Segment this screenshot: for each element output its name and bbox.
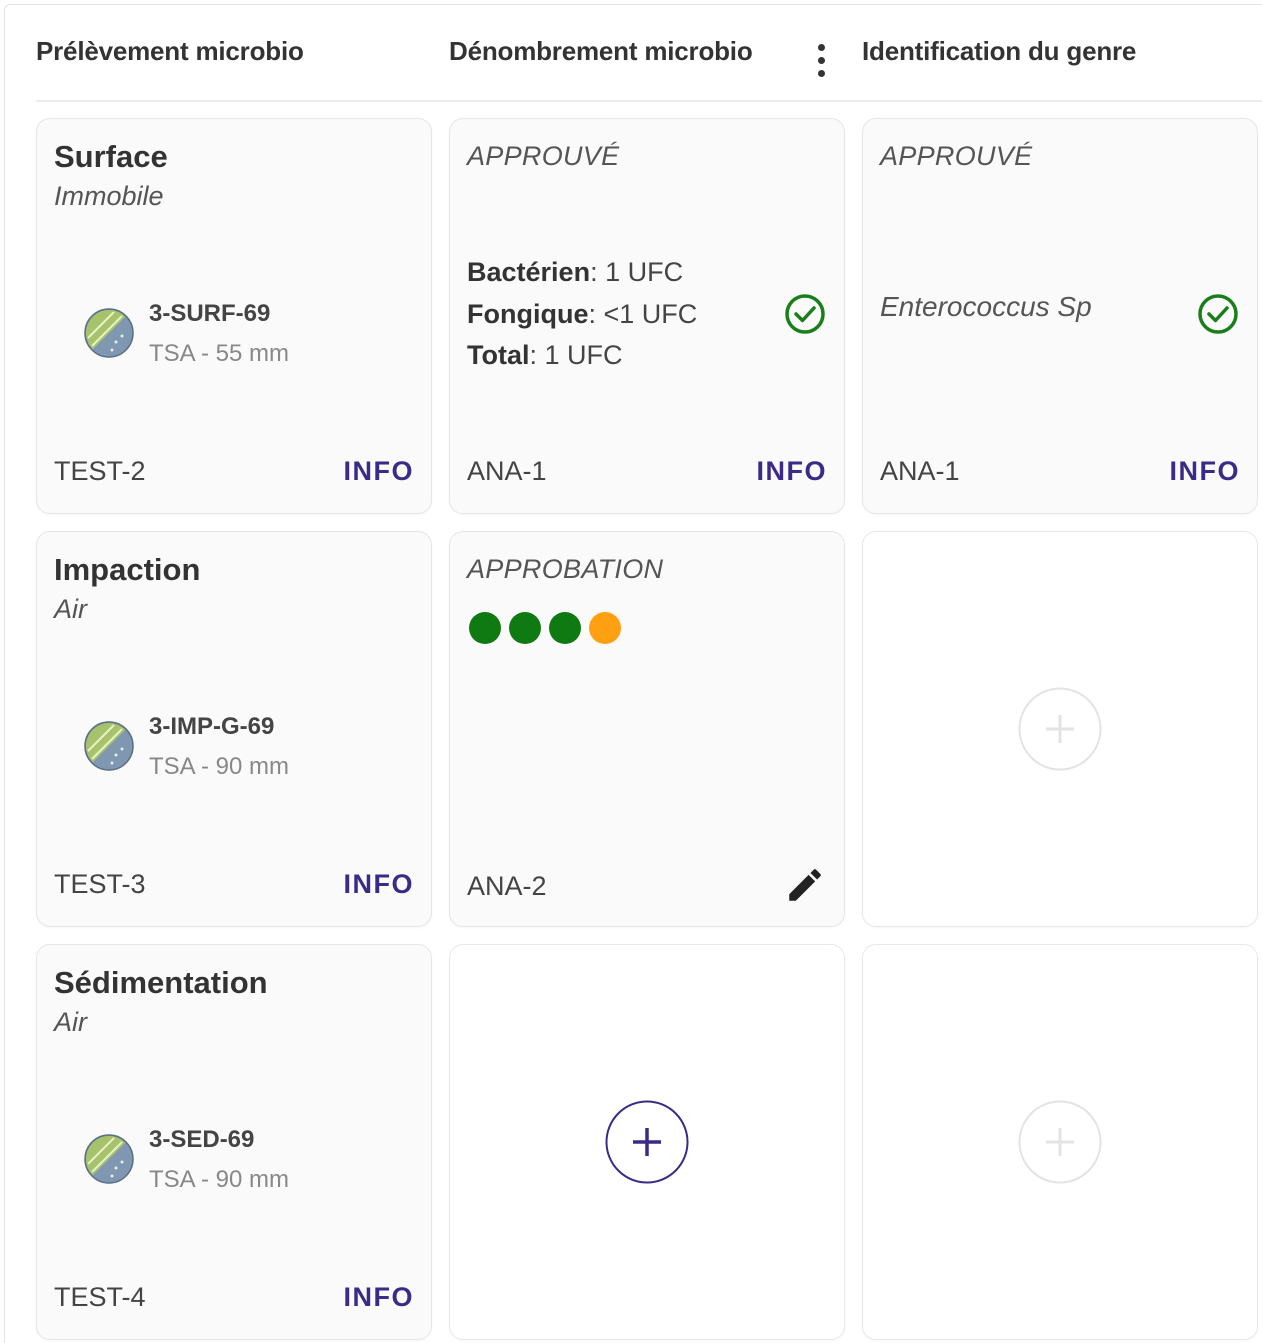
fungal-value: : <1 UFC bbox=[588, 299, 698, 329]
progress-step-done bbox=[509, 612, 541, 644]
sample-medium: TSA - 55 mm bbox=[149, 340, 290, 367]
status-label: APPROUVÉ bbox=[880, 141, 1033, 171]
sample-id: TEST-3 bbox=[54, 869, 146, 899]
check-circle-icon bbox=[1198, 294, 1238, 334]
analysis-id: ANA-1 bbox=[467, 456, 547, 486]
count-card-empty bbox=[449, 944, 845, 1340]
sample-card-sedimentation[interactable]: Sédimentation Air 3-SED-69 TSA - 90 mm T… bbox=[36, 944, 432, 1340]
ident-card-empty bbox=[862, 944, 1258, 1340]
info-button[interactable]: INFO bbox=[1170, 456, 1241, 487]
info-button[interactable]: INFO bbox=[344, 869, 415, 900]
count-card-ana-1[interactable]: APPROUVÉ Bactérien: 1 UFC Fongique: <1 U… bbox=[449, 118, 845, 514]
bacterial-count: Bactérien: 1 UFC bbox=[467, 257, 683, 288]
analysis-id: ANA-1 bbox=[880, 456, 960, 486]
sample-medium: TSA - 90 mm bbox=[149, 753, 290, 780]
total-value: : 1 UFC bbox=[529, 340, 623, 370]
total-label: Total bbox=[467, 340, 530, 370]
petri-dish-icon bbox=[84, 308, 134, 358]
status-label: APPROBATION bbox=[467, 554, 664, 584]
header-divider bbox=[36, 100, 1262, 102]
species-name: Enterococcus Sp bbox=[880, 291, 1092, 322]
add-disabled-icon bbox=[1018, 1100, 1102, 1184]
sample-code: 3-SED-69 bbox=[149, 1126, 255, 1153]
count-card-ana-2[interactable]: APPROBATION ANA-2 bbox=[449, 531, 845, 927]
column-menu-kebab-icon[interactable] bbox=[812, 42, 832, 80]
progress-step-pending bbox=[589, 612, 621, 644]
ident-card-empty bbox=[862, 531, 1258, 927]
ident-card-ana-1[interactable]: APPROUVÉ Enterococcus Sp ANA-1 INFO bbox=[862, 118, 1258, 514]
add-analysis-button[interactable] bbox=[605, 1100, 689, 1184]
fungal-count: Fongique: <1 UFC bbox=[467, 299, 697, 330]
info-button[interactable]: INFO bbox=[344, 1282, 415, 1313]
sample-id: TEST-4 bbox=[54, 1282, 146, 1312]
progress-step-done bbox=[469, 612, 501, 644]
petri-dish-icon bbox=[84, 1134, 134, 1184]
total-count: Total: 1 UFC bbox=[467, 340, 623, 371]
sample-subtitle: Air bbox=[54, 1007, 87, 1037]
add-disabled-icon bbox=[1018, 687, 1102, 771]
bacterial-value: : 1 UFC bbox=[590, 257, 684, 287]
sample-card-impaction[interactable]: Impaction Air 3-IMP-G-69 TSA - 90 mm TES… bbox=[36, 531, 432, 927]
sample-subtitle: Air bbox=[54, 594, 87, 624]
sample-title: Impaction bbox=[54, 552, 201, 587]
sample-code: 3-SURF-69 bbox=[149, 300, 271, 327]
column-header-count: Dénombrement microbio bbox=[449, 36, 753, 66]
check-circle-icon bbox=[785, 294, 825, 334]
sample-subtitle: Immobile bbox=[54, 181, 164, 211]
status-label: APPROUVÉ bbox=[467, 141, 620, 171]
bacterial-label: Bactérien bbox=[467, 257, 591, 287]
info-button[interactable]: INFO bbox=[757, 456, 828, 487]
info-button[interactable]: INFO bbox=[344, 456, 415, 487]
sample-id: TEST-2 bbox=[54, 456, 146, 486]
sample-medium: TSA - 90 mm bbox=[149, 1166, 290, 1193]
sample-title: Surface bbox=[54, 139, 168, 174]
sample-code: 3-IMP-G-69 bbox=[149, 713, 275, 740]
column-header-identification: Identification du genre bbox=[862, 36, 1137, 66]
progress-step-done bbox=[549, 612, 581, 644]
analysis-id: ANA-2 bbox=[467, 871, 547, 901]
fungal-label: Fongique bbox=[467, 299, 589, 329]
column-header-sampling: Prélèvement microbio bbox=[36, 36, 304, 66]
sample-title: Sédimentation bbox=[54, 965, 268, 1000]
pencil-icon[interactable] bbox=[784, 864, 826, 906]
petri-dish-icon bbox=[84, 721, 134, 771]
sample-card-surface[interactable]: Surface Immobile 3-SURF-69 TSA - 55 mm T… bbox=[36, 118, 432, 514]
